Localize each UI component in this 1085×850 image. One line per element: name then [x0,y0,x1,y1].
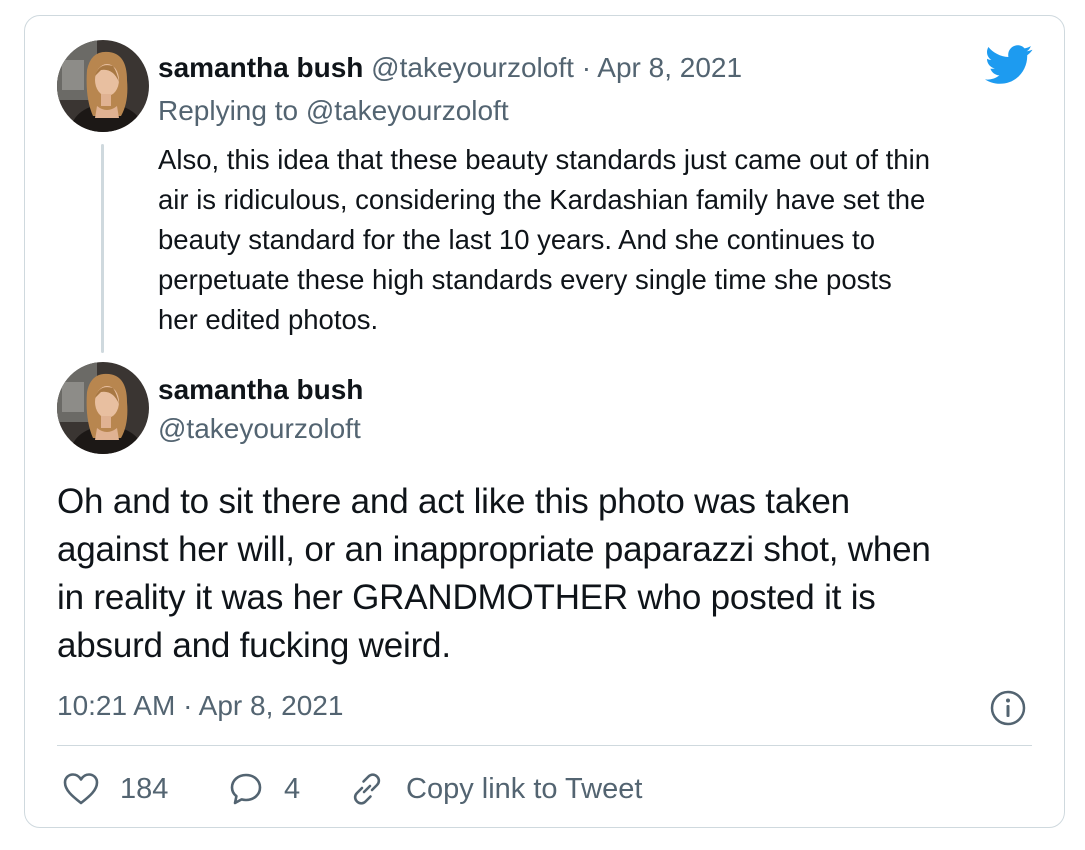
text-line: Oh and to sit there and act like this ph… [57,482,850,521]
text-line: against her will, or an inappropriate pa… [57,530,931,569]
text-line: perpetuate these high standards every si… [158,264,892,295]
reply-tweet-text: Also, this idea that these beauty standa… [158,140,1038,340]
reply-tweet-header: samantha bush @takeyourzoloft · Apr 8, 2… [158,52,742,84]
text-line: beauty standard for the last 10 years. A… [158,224,875,255]
copy-link-label: Copy link to Tweet [406,772,643,805]
divider [57,745,1032,746]
avatar[interactable] [57,362,149,454]
replying-prefix: Replying to [158,95,306,126]
replying-handle[interactable]: @takeyourzoloft [306,95,509,126]
author-handle[interactable]: @takeyourzoloft [158,413,361,445]
text-line: absurd and fucking weird. [57,626,451,665]
tweet-timestamp[interactable]: 10:21 AM · Apr 8, 2021 [57,690,343,722]
heart-icon [62,772,100,806]
separator: · [581,52,592,83]
text-line: in reality it was her GRANDMOTHER who po… [57,578,876,617]
text-line: Also, this idea that these beauty standa… [158,144,930,175]
like-count: 184 [120,772,169,805]
text-line: air is ridiculous, considering the Karda… [158,184,926,215]
avatar[interactable] [57,40,149,132]
twitter-bird-icon[interactable] [985,45,1033,85]
copy-link-button[interactable]: Copy link to Tweet [348,769,642,809]
replying-to-line: Replying to @takeyourzoloft [158,95,509,127]
text-line: her edited photos. [158,304,379,335]
main-tweet-text: Oh and to sit there and act like this ph… [57,478,1047,670]
reply-button[interactable]: 4 [228,769,300,809]
reply-count: 4 [284,772,301,805]
tweet-date[interactable]: Apr 8, 2021 [597,52,742,83]
avatar-photo [57,362,149,454]
like-button[interactable]: 184 [62,769,168,809]
link-icon [348,770,386,808]
info-icon[interactable] [989,689,1027,727]
avatar-photo [57,40,149,132]
thread-line [101,144,104,353]
author-name[interactable]: samantha bush [158,52,363,83]
author-handle[interactable]: @takeyourzoloft [371,52,574,83]
reply-bubble-icon [228,771,264,807]
author-name[interactable]: samantha bush [158,374,363,406]
